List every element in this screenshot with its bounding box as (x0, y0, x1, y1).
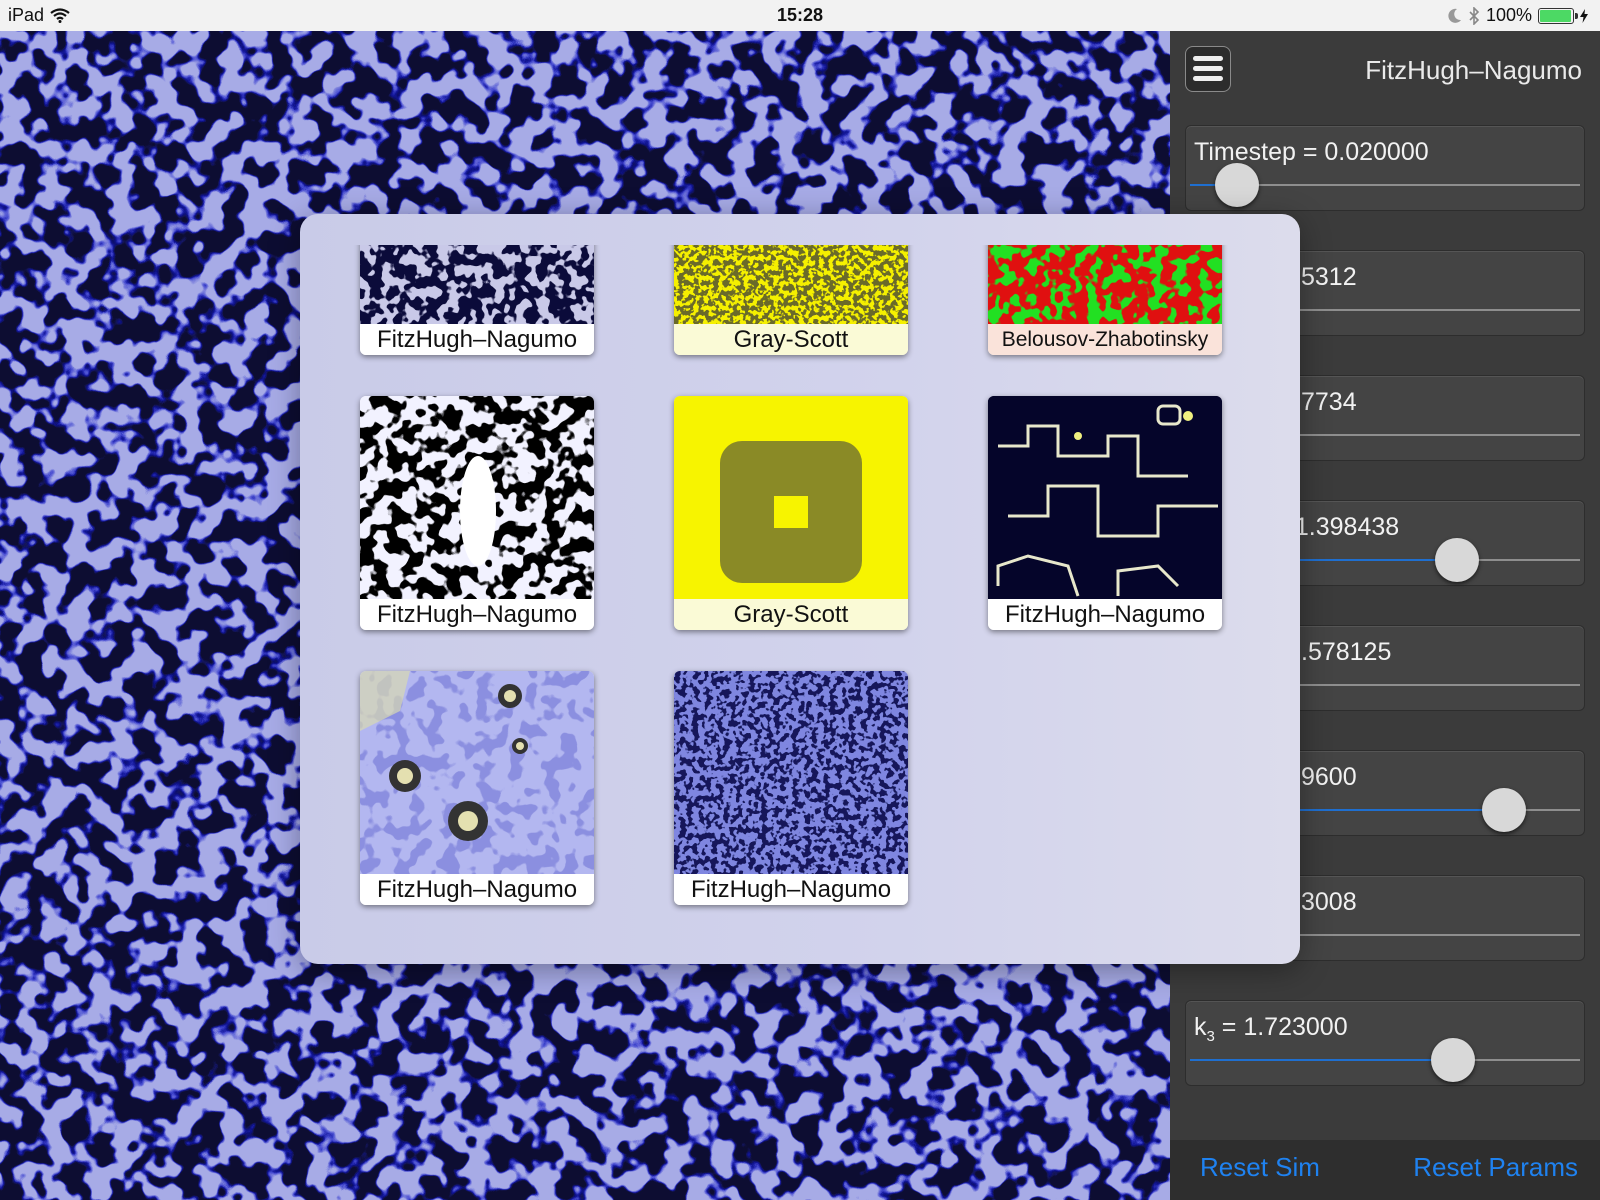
slider-track[interactable] (1190, 1059, 1580, 1061)
menu-button[interactable] (1185, 46, 1231, 92)
preset-label: Belousov-Zhabotinsky (988, 324, 1222, 355)
reset-params-button[interactable]: Reset Params (1413, 1152, 1578, 1183)
moon-icon (1448, 8, 1461, 23)
slider-label: 3008 (1301, 888, 1357, 916)
preset-thumbnail (674, 396, 908, 599)
preset-thumbnail (988, 396, 1222, 599)
bottom-toolbar: Reset Sim Reset Params (1170, 1140, 1600, 1200)
slider-label-value: = 1.723000 (1214, 1013, 1348, 1041)
slider-label: 7734 (1301, 388, 1357, 416)
preset-thumbnail (988, 245, 1222, 324)
bluetooth-icon (1469, 6, 1480, 25)
slider-knob[interactable] (1481, 788, 1526, 832)
preset-tile[interactable]: Gray-Scott (674, 396, 908, 630)
slider-label: .578125 (1301, 638, 1392, 666)
slider-label-subscript: 3 (1206, 1028, 1215, 1045)
preset-tile[interactable]: FitzHugh–Nagumo (360, 671, 594, 905)
preset-thumbnail (360, 245, 594, 324)
preset-label: Gray-Scott (674, 599, 908, 630)
preset-tile[interactable]: FitzHugh–Nagumo (360, 245, 594, 355)
reset-sim-button[interactable]: Reset Sim (1200, 1152, 1320, 1183)
model-title: FitzHugh–Nagumo (1365, 55, 1582, 85)
parameter-slider[interactable]: k3 = 1.723000 (1185, 1000, 1585, 1086)
status-bar: iPad 15:28 100% (0, 0, 1600, 31)
parameter-slider[interactable]: Timestep = 0.020000 (1185, 125, 1585, 211)
preset-thumbnail (360, 671, 594, 874)
slider-label: k3 = 1.723000 (1194, 1013, 1348, 1045)
preset-thumbnail (674, 671, 908, 874)
charging-icon (1580, 8, 1588, 23)
slider-fill (1190, 1059, 1452, 1061)
preset-thumbnail (360, 396, 594, 599)
slider-label: Timestep = 0.020000 (1194, 138, 1429, 166)
slider-label-main: k (1194, 1013, 1207, 1041)
preset-label: FitzHugh–Nagumo (360, 599, 594, 630)
clock: 15:28 (776, 5, 824, 25)
slider-knob[interactable] (1434, 538, 1479, 582)
preset-label: FitzHugh–Nagumo (988, 599, 1222, 630)
preset-label: Gray-Scott (674, 324, 908, 355)
battery-icon (1538, 7, 1578, 24)
hamburger-icon (1193, 56, 1223, 61)
slider-knob[interactable] (1430, 1038, 1475, 1082)
preset-grid[interactable]: FitzHugh–Nagumo Gray-Scott Belousov-Zhabot… (300, 245, 1300, 935)
preset-tile[interactable]: Gray-Scott (674, 245, 908, 355)
preset-label: FitzHugh–Nagumo (360, 324, 594, 355)
slider-label: 9600 (1301, 763, 1357, 791)
slider-label: 5312 (1301, 263, 1357, 291)
preset-popover: FitzHugh–Nagumo Gray-Scott Belousov-Zhabot… (300, 214, 1300, 964)
preset-tile[interactable]: FitzHugh–Nagumo (360, 396, 594, 630)
preset-tile[interactable]: FitzHugh–Nagumo (674, 671, 908, 905)
preset-thumbnail (674, 245, 908, 324)
preset-label: FitzHugh–Nagumo (360, 874, 594, 905)
preset-tile[interactable]: FitzHugh–Nagumo (988, 396, 1222, 630)
preset-label: FitzHugh–Nagumo (674, 874, 908, 905)
slider-knob[interactable] (1215, 163, 1260, 207)
preset-tile[interactable]: Belousov-Zhabotinsky (988, 245, 1222, 355)
battery-percent: 100% (1485, 5, 1532, 25)
